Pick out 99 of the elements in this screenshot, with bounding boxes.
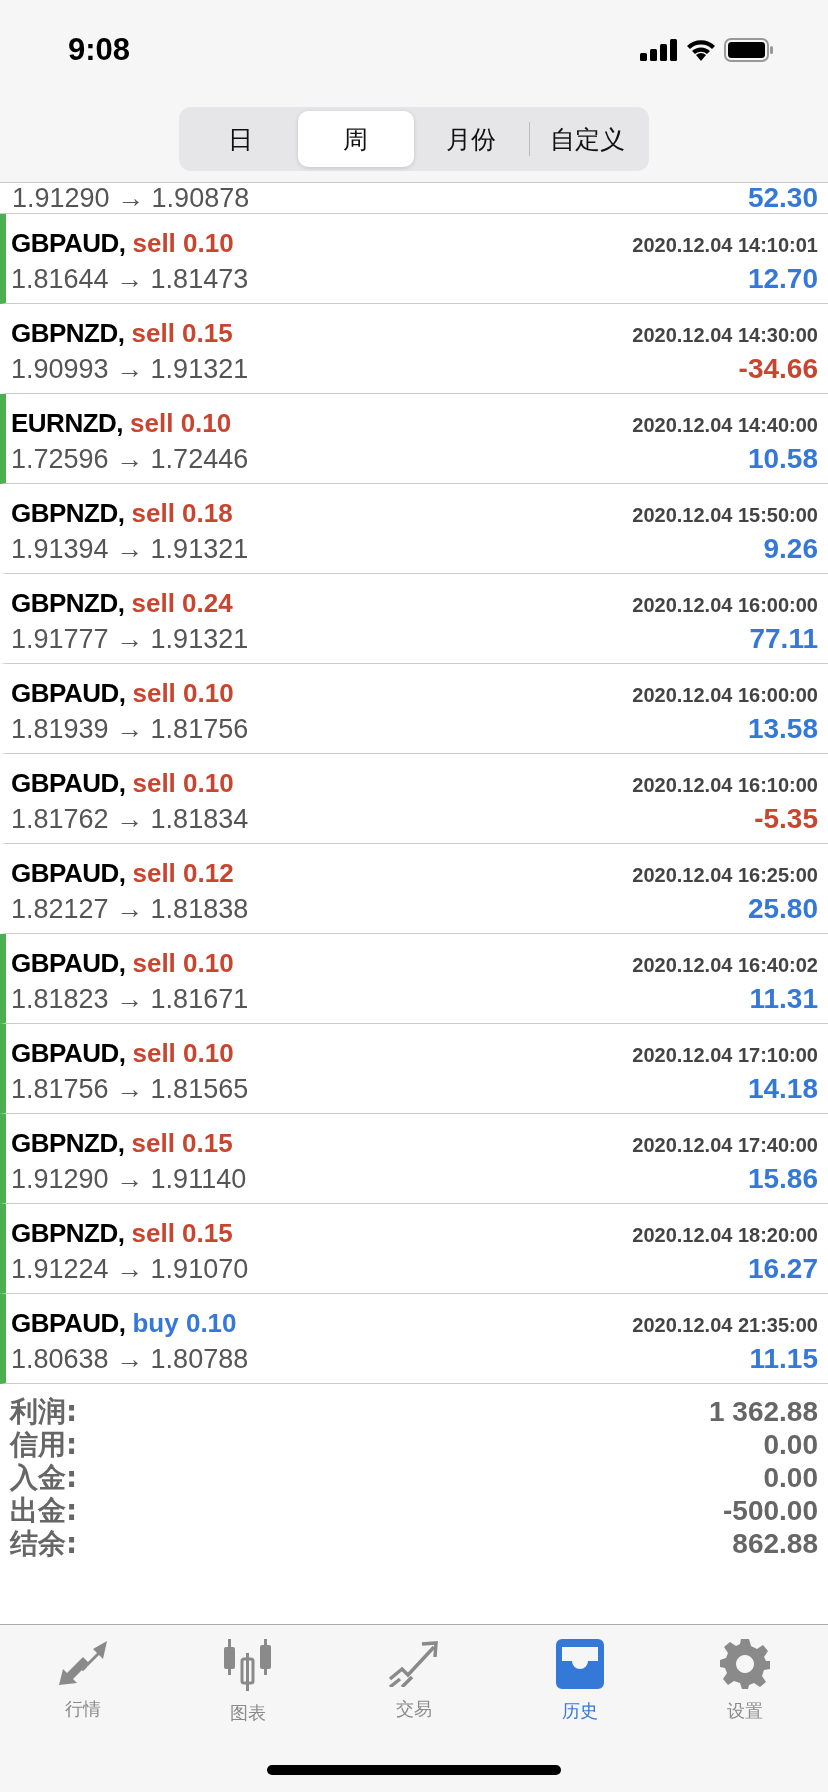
trade-time: 2020.12.04 14:10:01: [632, 234, 818, 257]
summary-value: 0.00: [763, 1428, 818, 1461]
symbol-label: GBPNZD,: [11, 1128, 125, 1159]
status-time: 9:08: [68, 32, 131, 68]
summary-value: 0.00: [763, 1461, 818, 1494]
profit-value: 13.58: [747, 713, 818, 745]
summary-value: 1 362.88: [709, 1395, 818, 1428]
trade-row[interactable]: GBPAUD, sell 0.10 2020.12.04 16:40:02 1.81823 → 1.81671 11.31: [0, 934, 828, 1024]
trade-row[interactable]: GBPNZD, sell 0.15 2020.12.04 14:30:00 1.90993 → 1.91321 -34.66: [0, 304, 828, 394]
period-tab[interactable]: 自定义: [529, 111, 645, 167]
order-label: sell 0.10: [132, 768, 234, 799]
period-tab[interactable]: 月份: [413, 111, 529, 167]
signal-icon: [640, 39, 678, 61]
period-tab[interactable]: 日: [183, 111, 299, 167]
profit-value: 11.15: [749, 1343, 818, 1375]
price-range: 1.91224 → 1.91070: [11, 1254, 249, 1285]
trade-time: 2020.12.04 18:20:00: [632, 1224, 818, 1247]
price-range: 1.90993 → 1.91321: [11, 354, 249, 385]
price-range: 1.81756 → 1.81565: [11, 1074, 249, 1105]
symbol-label: GBPAUD,: [11, 768, 126, 799]
symbol-label: GBPNZD,: [11, 498, 125, 529]
symbol-label: GBPAUD,: [11, 228, 126, 259]
trade-row[interactable]: 1.91290 → 1.90878 52.30: [0, 183, 828, 214]
order-label: sell 0.10: [132, 1038, 234, 1069]
trade-time: 2020.12.04 14:40:00: [632, 414, 818, 437]
order-label: sell 0.15: [131, 1218, 233, 1249]
trade-row[interactable]: GBPAUD, sell 0.10 2020.12.04 16:10:00 1.81762 → 1.81834 -5.35: [0, 754, 828, 844]
trade-time: 2020.12.04 16:10:00: [632, 774, 818, 797]
profit-value: 77.11: [749, 623, 818, 655]
symbol-label: GBPNZD,: [11, 588, 125, 619]
price-range: 1.91290 → 1.90878: [12, 183, 250, 213]
profit-value: 12.70: [747, 263, 818, 295]
symbol-label: GBPAUD,: [11, 948, 126, 979]
order-label: sell 0.18: [131, 498, 233, 529]
symbol-label: GBPAUD,: [11, 1308, 126, 1339]
profit-value: 52.30: [747, 183, 818, 213]
trade-row[interactable]: GBPNZD, sell 0.18 2020.12.04 15:50:00 1.91394 → 1.91321 9.26: [0, 484, 828, 574]
price-range: 1.82127 → 1.81838: [11, 894, 249, 925]
trade-time: 2020.12.04 16:00:00: [632, 594, 818, 617]
order-label: sell 0.12: [132, 858, 234, 889]
wifi-icon: [686, 39, 716, 61]
diagonal-arrows-icon: [56, 1639, 109, 1687]
trade-row[interactable]: GBPAUD, sell 0.10 2020.12.04 14:10:01 1.81644 → 1.81473 12.70: [0, 214, 828, 304]
price-range: 1.81644 → 1.81473: [11, 264, 249, 295]
trade-row[interactable]: GBPNZD, sell 0.15 2020.12.04 17:40:00 1.91290 → 1.91140 15.86: [0, 1114, 828, 1204]
summary-value: -500.00: [723, 1494, 818, 1527]
profit-value: 14.18: [747, 1073, 818, 1105]
symbol-label: EURNZD,: [11, 408, 124, 439]
trade-row[interactable]: GBPNZD, sell 0.15 2020.12.04 18:20:00 1.91224 → 1.91070 16.27: [0, 1204, 828, 1294]
price-range: 1.81939 → 1.81756: [11, 714, 249, 745]
symbol-label: GBPNZD,: [11, 1218, 125, 1249]
trade-row[interactable]: GBPAUD, sell 0.10 2020.12.04 16:00:00 1.81939 → 1.81756 13.58: [0, 664, 828, 754]
profit-value: 10.58: [747, 443, 818, 475]
profit-value: 15.86: [747, 1163, 818, 1195]
order-label: sell 0.10: [132, 228, 234, 259]
symbol-label: GBPAUD,: [11, 1038, 126, 1069]
trade-row[interactable]: GBPAUD, sell 0.10 2020.12.04 17:10:00 1.81756 → 1.81565 14.18: [0, 1024, 828, 1114]
symbol-label: GBPAUD,: [11, 678, 126, 709]
trade-row[interactable]: GBPNZD, sell 0.24 2020.12.04 16:00:00 1.91777 → 1.91321 77.11: [0, 574, 828, 664]
trade-row[interactable]: GBPAUD, buy 0.10 2020.12.04 21:35:00 1.80638 → 1.80788 11.15: [0, 1294, 828, 1384]
order-label: sell 0.10: [132, 948, 234, 979]
trade-time: 2020.12.04 15:50:00: [632, 504, 818, 527]
price-range: 1.91290 → 1.91140: [11, 1164, 247, 1195]
profit-value: 16.27: [747, 1253, 818, 1285]
price-range: 1.72596 → 1.72446: [11, 444, 249, 475]
trade-time: 2020.12.04 17:10:00: [632, 1044, 818, 1067]
price-range: 1.81823 → 1.81671: [11, 984, 249, 1015]
symbol-label: GBPAUD,: [11, 858, 126, 889]
profit-value: 9.26: [763, 533, 818, 565]
order-label: sell 0.10: [132, 678, 234, 709]
order-label: sell 0.15: [131, 318, 233, 349]
order-label: sell 0.10: [130, 408, 232, 439]
price-range: 1.81762 → 1.81834: [11, 804, 249, 835]
order-label: sell 0.15: [131, 1128, 233, 1159]
price-range: 1.91777 → 1.91321: [11, 624, 249, 655]
settings-icon: [720, 1639, 771, 1689]
profit-value: 25.80: [747, 893, 818, 925]
order-label: sell 0.24: [131, 588, 233, 619]
trade-time: 2020.12.04 16:40:02: [632, 954, 818, 977]
order-label: buy 0.10: [132, 1308, 237, 1339]
price-range: 1.80638 → 1.80788: [11, 1344, 249, 1375]
trade-time: 2020.12.04 17:40:00: [632, 1134, 818, 1157]
profit-value: -5.35: [754, 803, 818, 835]
trend-arrow-icon: [388, 1639, 440, 1687]
symbol-label: GBPNZD,: [11, 318, 125, 349]
trade-time: 2020.12.04 21:35:00: [632, 1314, 818, 1337]
trade-row[interactable]: GBPAUD, sell 0.12 2020.12.04 16:25:00 1.82127 → 1.81838 25.80: [0, 844, 828, 934]
profit-value: -34.66: [738, 353, 818, 385]
trade-time: 2020.12.04 14:30:00: [632, 324, 818, 347]
trade-row[interactable]: EURNZD, sell 0.10 2020.12.04 14:40:00 1.72596 → 1.72446 10.58: [0, 394, 828, 484]
tab-bar-item[interactable]: 历史: [519, 1639, 640, 1725]
trade-time: 2020.12.04 16:00:00: [632, 684, 818, 707]
battery-icon: [724, 38, 774, 62]
inbox-tray-icon: [553, 1639, 606, 1689]
price-range: 1.91394 → 1.91321: [11, 534, 249, 565]
profit-value: 11.31: [749, 983, 818, 1015]
trade-time: 2020.12.04 16:25:00: [632, 864, 818, 887]
period-tab[interactable]: 周: [298, 111, 414, 167]
summary-value: 862.88: [732, 1527, 818, 1560]
